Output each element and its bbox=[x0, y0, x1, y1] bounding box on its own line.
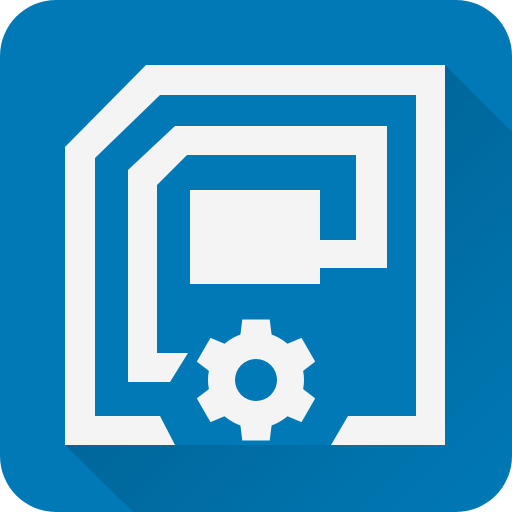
app-icon-graphic bbox=[0, 0, 512, 512]
chip-contact-pad bbox=[190, 190, 320, 284]
gear-hole bbox=[235, 359, 277, 401]
app-icon[interactable] bbox=[0, 0, 512, 512]
